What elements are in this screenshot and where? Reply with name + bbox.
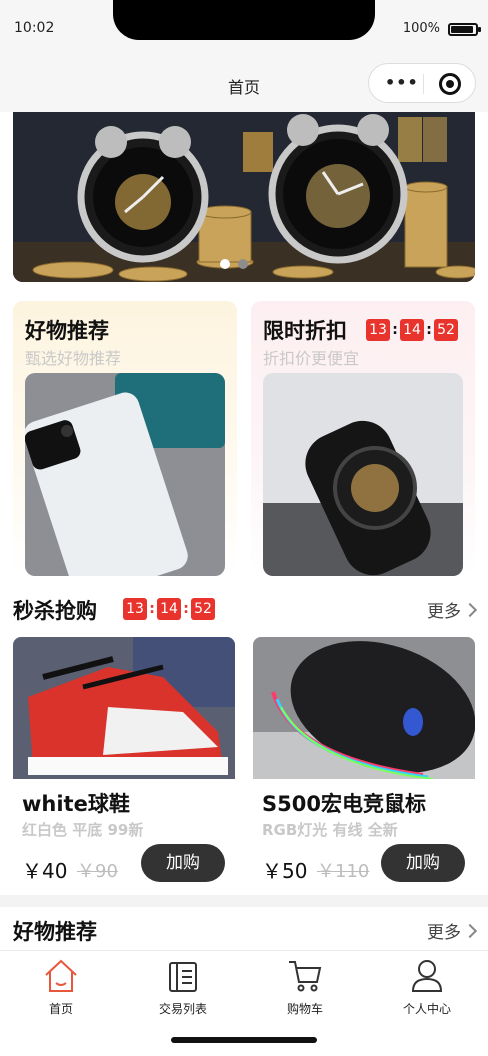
flash-sale-title: 秒杀抢购 — [13, 599, 97, 623]
countdown-hours: 13 — [366, 319, 390, 341]
mini-program-capsule: ••• — [368, 63, 476, 103]
product-name: white球鞋 — [22, 792, 130, 816]
promo-subtitle: 折扣价更便宜 — [263, 349, 360, 368]
promo-title: 限时折扣 — [263, 319, 347, 343]
section-divider — [0, 895, 488, 907]
watch-product-image[interactable] — [263, 373, 463, 576]
discount-countdown: 13 : 14 : 52 — [366, 319, 458, 341]
flash-sale-more-link[interactable]: 更多 — [427, 597, 478, 622]
tab-home[interactable]: 首页 — [11, 957, 111, 1017]
tab-profile[interactable]: 个人中心 — [377, 957, 477, 1017]
countdown-seconds: 52 — [434, 319, 458, 341]
home-indicator[interactable] — [171, 1037, 317, 1043]
banner-dot-active[interactable] — [220, 259, 230, 269]
countdown-minutes: 14 — [400, 319, 424, 341]
promo-card-recommend[interactable]: 好物推荐 甄选好物推荐 — [13, 301, 237, 576]
status-time: 10:02 — [14, 20, 55, 36]
chevron-right-icon — [462, 923, 478, 938]
tab-label: 首页 — [48, 1002, 73, 1016]
flash-sale-countdown: 13 : 14 : 52 — [123, 598, 215, 620]
status-bar: 10:02 100% — [0, 0, 488, 58]
recommend-header: 好物推荐 更多 — [13, 914, 478, 948]
promo-card-discount[interactable]: 限时折扣 13 : 14 : 52 折扣价更便宜 — [251, 301, 475, 576]
tab-label: 交易列表 — [158, 1002, 207, 1016]
tab-label: 购物车 — [286, 1002, 323, 1016]
banner-dot[interactable] — [238, 259, 248, 269]
banner-image-alarm-clocks — [13, 112, 475, 282]
battery-icon — [448, 23, 481, 36]
recommend-more-link[interactable]: 更多 — [427, 918, 478, 943]
countdown-minutes: 14 — [157, 598, 181, 620]
flash-sale-header: 秒杀抢购 13 : 14 : 52 更多 — [13, 593, 478, 627]
more-menu-icon[interactable]: ••• — [385, 75, 419, 91]
navigation-bar: 首页 ••• — [0, 58, 488, 112]
tab-transactions[interactable]: 交易列表 — [133, 957, 233, 1017]
more-label: 更多 — [427, 602, 461, 622]
product-price: ￥50 — [262, 859, 308, 883]
sneaker-product-image[interactable] — [13, 637, 235, 779]
recommend-title: 好物推荐 — [13, 920, 97, 944]
promo-subtitle: 甄选好物推荐 — [25, 349, 122, 368]
product-name: S500宏电竞鼠标 — [262, 792, 426, 816]
home-content[interactable]: 好物推荐 甄选好物推荐 限时折扣 13 : 14 : 52 折扣价更便宜 秒杀抢… — [0, 112, 488, 950]
user-icon — [411, 960, 443, 992]
add-to-cart-button[interactable]: 加购 — [381, 844, 465, 882]
product-card[interactable]: white球鞋 红白色 平底 99新 ￥40 ￥90 加购 — [13, 637, 235, 895]
home-icon — [45, 959, 77, 992]
close-target-icon[interactable] — [439, 73, 461, 95]
chevron-right-icon — [462, 602, 478, 617]
product-original-price: ￥110 — [317, 861, 370, 882]
mouse-product-image[interactable] — [253, 637, 475, 779]
product-price: ￥40 — [22, 859, 68, 883]
countdown-hours: 13 — [123, 598, 147, 620]
capsule-divider — [423, 74, 424, 94]
cart-icon — [289, 961, 322, 992]
product-description: RGB灯光 有线 全新 — [262, 821, 398, 839]
product-card[interactable]: S500宏电竞鼠标 RGB灯光 有线 全新 ￥50 ￥110 加购 — [253, 637, 475, 895]
tab-label: 个人中心 — [402, 1002, 451, 1016]
promo-title: 好物推荐 — [25, 319, 109, 343]
battery-percent: 100% — [402, 21, 440, 36]
more-label: 更多 — [427, 923, 461, 943]
product-original-price: ￥90 — [77, 861, 118, 882]
list-icon — [169, 962, 197, 992]
product-description: 红白色 平底 99新 — [22, 821, 144, 839]
countdown-seconds: 52 — [191, 598, 215, 620]
tab-cart[interactable]: 购物车 — [255, 957, 355, 1017]
phone-screen: 10:02 100% 首页 ••• 好物推荐 甄选好物推荐 限时折扣 13: … — [0, 0, 488, 1056]
notch — [113, 0, 375, 40]
phone-product-image[interactable] — [25, 373, 225, 576]
banner-carousel[interactable] — [13, 112, 475, 282]
bottom-tab-bar: 首页 交易列表 购物车 个人中心 — [0, 950, 488, 1056]
add-to-cart-button[interactable]: 加购 — [141, 844, 225, 882]
